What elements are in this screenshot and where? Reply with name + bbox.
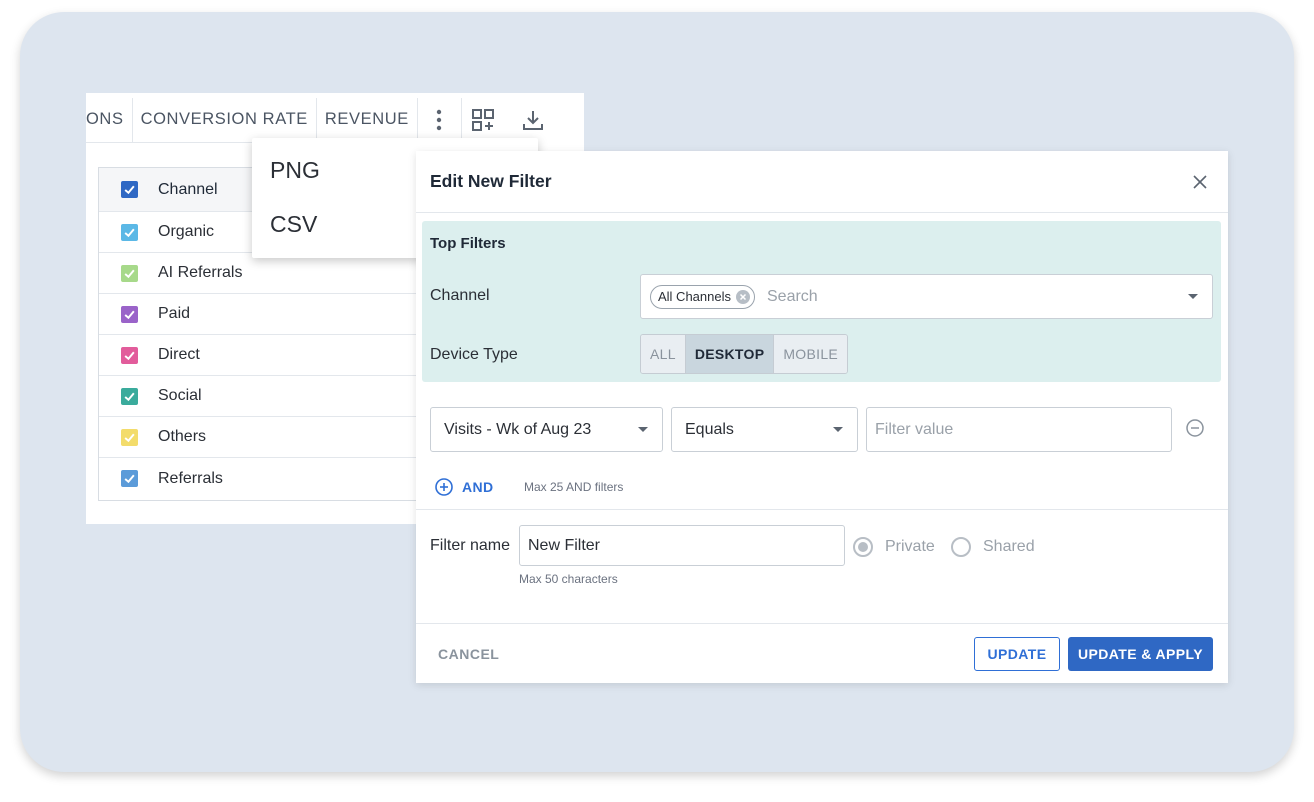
radio-selected-icon bbox=[853, 537, 873, 557]
shared-radio[interactable]: Shared bbox=[951, 537, 1035, 557]
footer-divider bbox=[416, 623, 1228, 624]
chevron-down-icon bbox=[833, 427, 843, 432]
row-label: Direct bbox=[158, 346, 200, 363]
check-icon bbox=[124, 474, 135, 484]
row-checkbox[interactable] bbox=[121, 470, 138, 487]
device-type-label: Device Type bbox=[430, 346, 518, 363]
filter-name-hint: Max 50 characters bbox=[519, 572, 618, 586]
channel-column-label: Channel bbox=[158, 180, 218, 198]
chip-label: All Channels bbox=[658, 289, 731, 304]
check-icon bbox=[124, 392, 135, 401]
row-label: Paid bbox=[158, 305, 191, 322]
check-icon bbox=[124, 351, 135, 360]
device-mobile-button[interactable]: MOBILE bbox=[774, 335, 848, 373]
channel-select[interactable]: All Channels Search bbox=[640, 274, 1213, 319]
update-button[interactable]: UPDATE bbox=[974, 637, 1060, 671]
add-and-filter-button[interactable]: AND bbox=[434, 477, 494, 497]
cancel-button[interactable]: CANCEL bbox=[438, 646, 499, 662]
device-all-button[interactable]: ALL bbox=[641, 335, 686, 373]
shared-label: Shared bbox=[983, 538, 1035, 555]
divider bbox=[416, 509, 1228, 510]
metric-value: Visits - Wk of Aug 23 bbox=[444, 420, 592, 438]
screenshot-frame: ONS CONVERSION RATE REVENUE Channel Orga… bbox=[20, 12, 1294, 772]
remove-condition-button[interactable] bbox=[1185, 418, 1205, 438]
add-widget-button[interactable] bbox=[470, 107, 496, 133]
all-channels-chip[interactable]: All Channels bbox=[650, 284, 755, 309]
channel-search-placeholder: Search bbox=[767, 287, 818, 305]
row-checkbox[interactable] bbox=[121, 264, 138, 282]
chevron-down-icon bbox=[638, 427, 648, 432]
and-filters-hint: Max 25 AND filters bbox=[524, 480, 624, 494]
table-row: Social bbox=[99, 376, 428, 417]
column-tab-conversion-rate[interactable]: CONVERSION RATE bbox=[133, 97, 317, 142]
private-label: Private bbox=[885, 538, 935, 555]
row-checkbox[interactable] bbox=[121, 346, 138, 364]
edit-filter-dialog: Edit New Filter Top Filters Channel All … bbox=[416, 151, 1228, 683]
filter-value-placeholder: Filter value bbox=[875, 420, 954, 438]
download-icon bbox=[523, 111, 543, 130]
minus-circle-icon bbox=[1186, 419, 1204, 437]
channel-label: Channel bbox=[430, 287, 490, 304]
table-row: Others bbox=[99, 417, 428, 458]
table-row: Direct bbox=[99, 335, 428, 376]
column-tab-revenue[interactable]: REVENUE bbox=[317, 97, 418, 142]
check-icon bbox=[124, 185, 135, 195]
grid-plus-icon bbox=[472, 109, 494, 131]
operator-value: Equals bbox=[685, 420, 734, 438]
row-checkbox[interactable] bbox=[121, 428, 138, 446]
device-type-toggle: ALL DESKTOP MOBILE bbox=[640, 334, 849, 374]
and-label: AND bbox=[462, 479, 494, 495]
close-dialog-button[interactable] bbox=[1186, 168, 1214, 196]
row-checkbox[interactable] bbox=[121, 223, 138, 241]
row-label: Organic bbox=[158, 223, 215, 240]
row-label: Social bbox=[158, 387, 202, 404]
row-checkbox[interactable] bbox=[121, 305, 138, 323]
operator-select[interactable]: Equals bbox=[671, 407, 858, 452]
update-apply-button[interactable]: UPDATE & APPLY bbox=[1068, 637, 1213, 671]
check-icon bbox=[124, 310, 135, 319]
row-label: Others bbox=[158, 428, 207, 445]
device-desktop-button[interactable]: DESKTOP bbox=[685, 335, 775, 373]
table-row: AI Referrals bbox=[99, 253, 428, 294]
check-icon bbox=[124, 228, 135, 237]
row-checkbox[interactable] bbox=[121, 387, 138, 405]
table-row: Paid bbox=[99, 294, 428, 335]
more-options-button[interactable] bbox=[418, 97, 462, 142]
filter-name-label: Filter name bbox=[430, 537, 511, 554]
radio-unselected-icon bbox=[951, 537, 971, 557]
select-all-checkbox[interactable] bbox=[121, 181, 138, 198]
kebab-icon bbox=[437, 109, 442, 130]
dialog-title: Edit New Filter bbox=[430, 171, 552, 191]
check-icon bbox=[124, 269, 135, 278]
metric-select[interactable]: Visits - Wk of Aug 23 bbox=[430, 407, 663, 452]
check-icon bbox=[124, 433, 135, 442]
column-tab-sessions[interactable]: ONS bbox=[86, 97, 133, 142]
top-filters-section: Top Filters Channel All Channels Search … bbox=[422, 221, 1221, 382]
row-label: Referrals bbox=[158, 469, 223, 487]
chip-remove-icon[interactable] bbox=[736, 289, 750, 304]
top-filters-title: Top Filters bbox=[430, 235, 506, 252]
filter-name-input[interactable]: New Filter bbox=[519, 525, 845, 566]
private-radio[interactable]: Private bbox=[853, 537, 935, 557]
column-header-bar: ONS CONVERSION RATE REVENUE bbox=[86, 97, 462, 143]
filter-value-input[interactable]: Filter value bbox=[866, 407, 1172, 452]
filter-name-value: New Filter bbox=[528, 536, 601, 554]
chevron-down-icon[interactable] bbox=[1188, 294, 1198, 299]
download-button[interactable] bbox=[520, 107, 546, 133]
row-label: AI Referrals bbox=[158, 264, 243, 281]
close-icon bbox=[1193, 174, 1207, 189]
plus-circle-icon bbox=[435, 478, 453, 496]
table-row: Referrals bbox=[99, 458, 428, 499]
dialog-header: Edit New Filter bbox=[416, 151, 1228, 213]
